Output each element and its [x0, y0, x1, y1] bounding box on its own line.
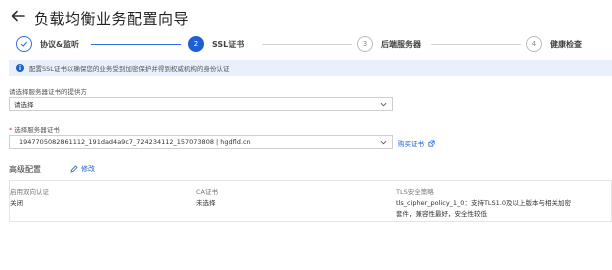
step-number: 2 [188, 36, 204, 52]
wizard-steps: 协议&监听 2 SSL证书 3 后端服务器 4 健康检查 [0, 34, 612, 54]
server-cert-label-text: 选择服务器证书 [14, 126, 60, 134]
ca-source-select[interactable]: 请选择 [9, 97, 393, 111]
external-link-icon [428, 139, 435, 147]
step-label: SSL证书 [212, 39, 245, 49]
ca-cert-value: 未选择 [196, 199, 216, 207]
tls-policy-label: TLS安全策略 [396, 188, 434, 196]
tls-policy-value: tls_cipher_policy_1_0：支持TLS1.0及以上版本与相关加密 [396, 199, 571, 207]
step-ssl-cert[interactable]: 2 SSL证书 [188, 34, 244, 54]
banner-text: 配置SSL证书以确保您的业务受到加密保护并得到权威机构的身份认证 [29, 65, 230, 73]
tls-policy-value-line2: 套件，兼容性最好，安全性较低 [396, 210, 487, 218]
step-backend-servers[interactable]: 3 后端服务器 [357, 34, 421, 54]
step-health-check[interactable]: 4 健康检查 [526, 34, 582, 54]
server-cert-label: * 选择服务器证书 [9, 124, 60, 134]
step-label: 健康检查 [550, 39, 582, 49]
ca-source-value: 请选择 [14, 101, 34, 109]
step-connector [262, 44, 352, 45]
step-number: 3 [357, 36, 373, 52]
edit-advanced-button[interactable]: 修改 [70, 164, 95, 174]
step-number: 4 [526, 36, 542, 52]
step-connector [91, 44, 181, 45]
mutual-auth-value: 关闭 [10, 199, 23, 207]
lb-config-wizard: 负载均衡业务配置向导 协议&监听 2 SSL证书 3 后端服务器 4 健康检查 … [0, 0, 612, 270]
ca-source-label: 请选择服务器证书的提供方 [9, 88, 87, 96]
step-label: 协议&监听 [40, 39, 79, 49]
ca-cert-label: CA证书 [196, 188, 218, 196]
advanced-config-title: 高级配置 [9, 165, 41, 174]
required-marker: * [9, 126, 13, 134]
info-icon: i [16, 64, 24, 72]
edit-label: 修改 [81, 165, 95, 173]
info-banner: i 配置SSL证书以确保您的业务受到加密保护并得到权威机构的身份认证 [9, 60, 612, 76]
check-icon [16, 36, 32, 52]
edit-icon [70, 165, 78, 173]
step-connector [431, 44, 521, 45]
header: 负载均衡业务配置向导 [0, 0, 612, 34]
chevron-down-icon [380, 140, 387, 145]
server-cert-select[interactable]: 1947705082861112_191dad4a9c7_724234112_1… [9, 135, 393, 149]
chevron-down-icon [380, 102, 387, 107]
buy-cert-text: 购买证书 [398, 140, 424, 148]
step-protocol-listener[interactable]: 协议&监听 [16, 34, 79, 54]
advanced-config-panel: 启用双向认证 关闭 CA证书 未选择 TLS安全策略 tls_cipher_po… [9, 180, 612, 222]
step-label: 后端服务器 [381, 39, 421, 49]
mutual-auth-label: 启用双向认证 [10, 188, 49, 196]
page-title: 负载均衡业务配置向导 [34, 10, 190, 28]
back-arrow-icon[interactable] [11, 9, 25, 23]
server-cert-value: 1947705082861112_191dad4a9c7_724234112_1… [19, 138, 251, 146]
buy-cert-link[interactable]: 购买证书 [398, 138, 435, 148]
